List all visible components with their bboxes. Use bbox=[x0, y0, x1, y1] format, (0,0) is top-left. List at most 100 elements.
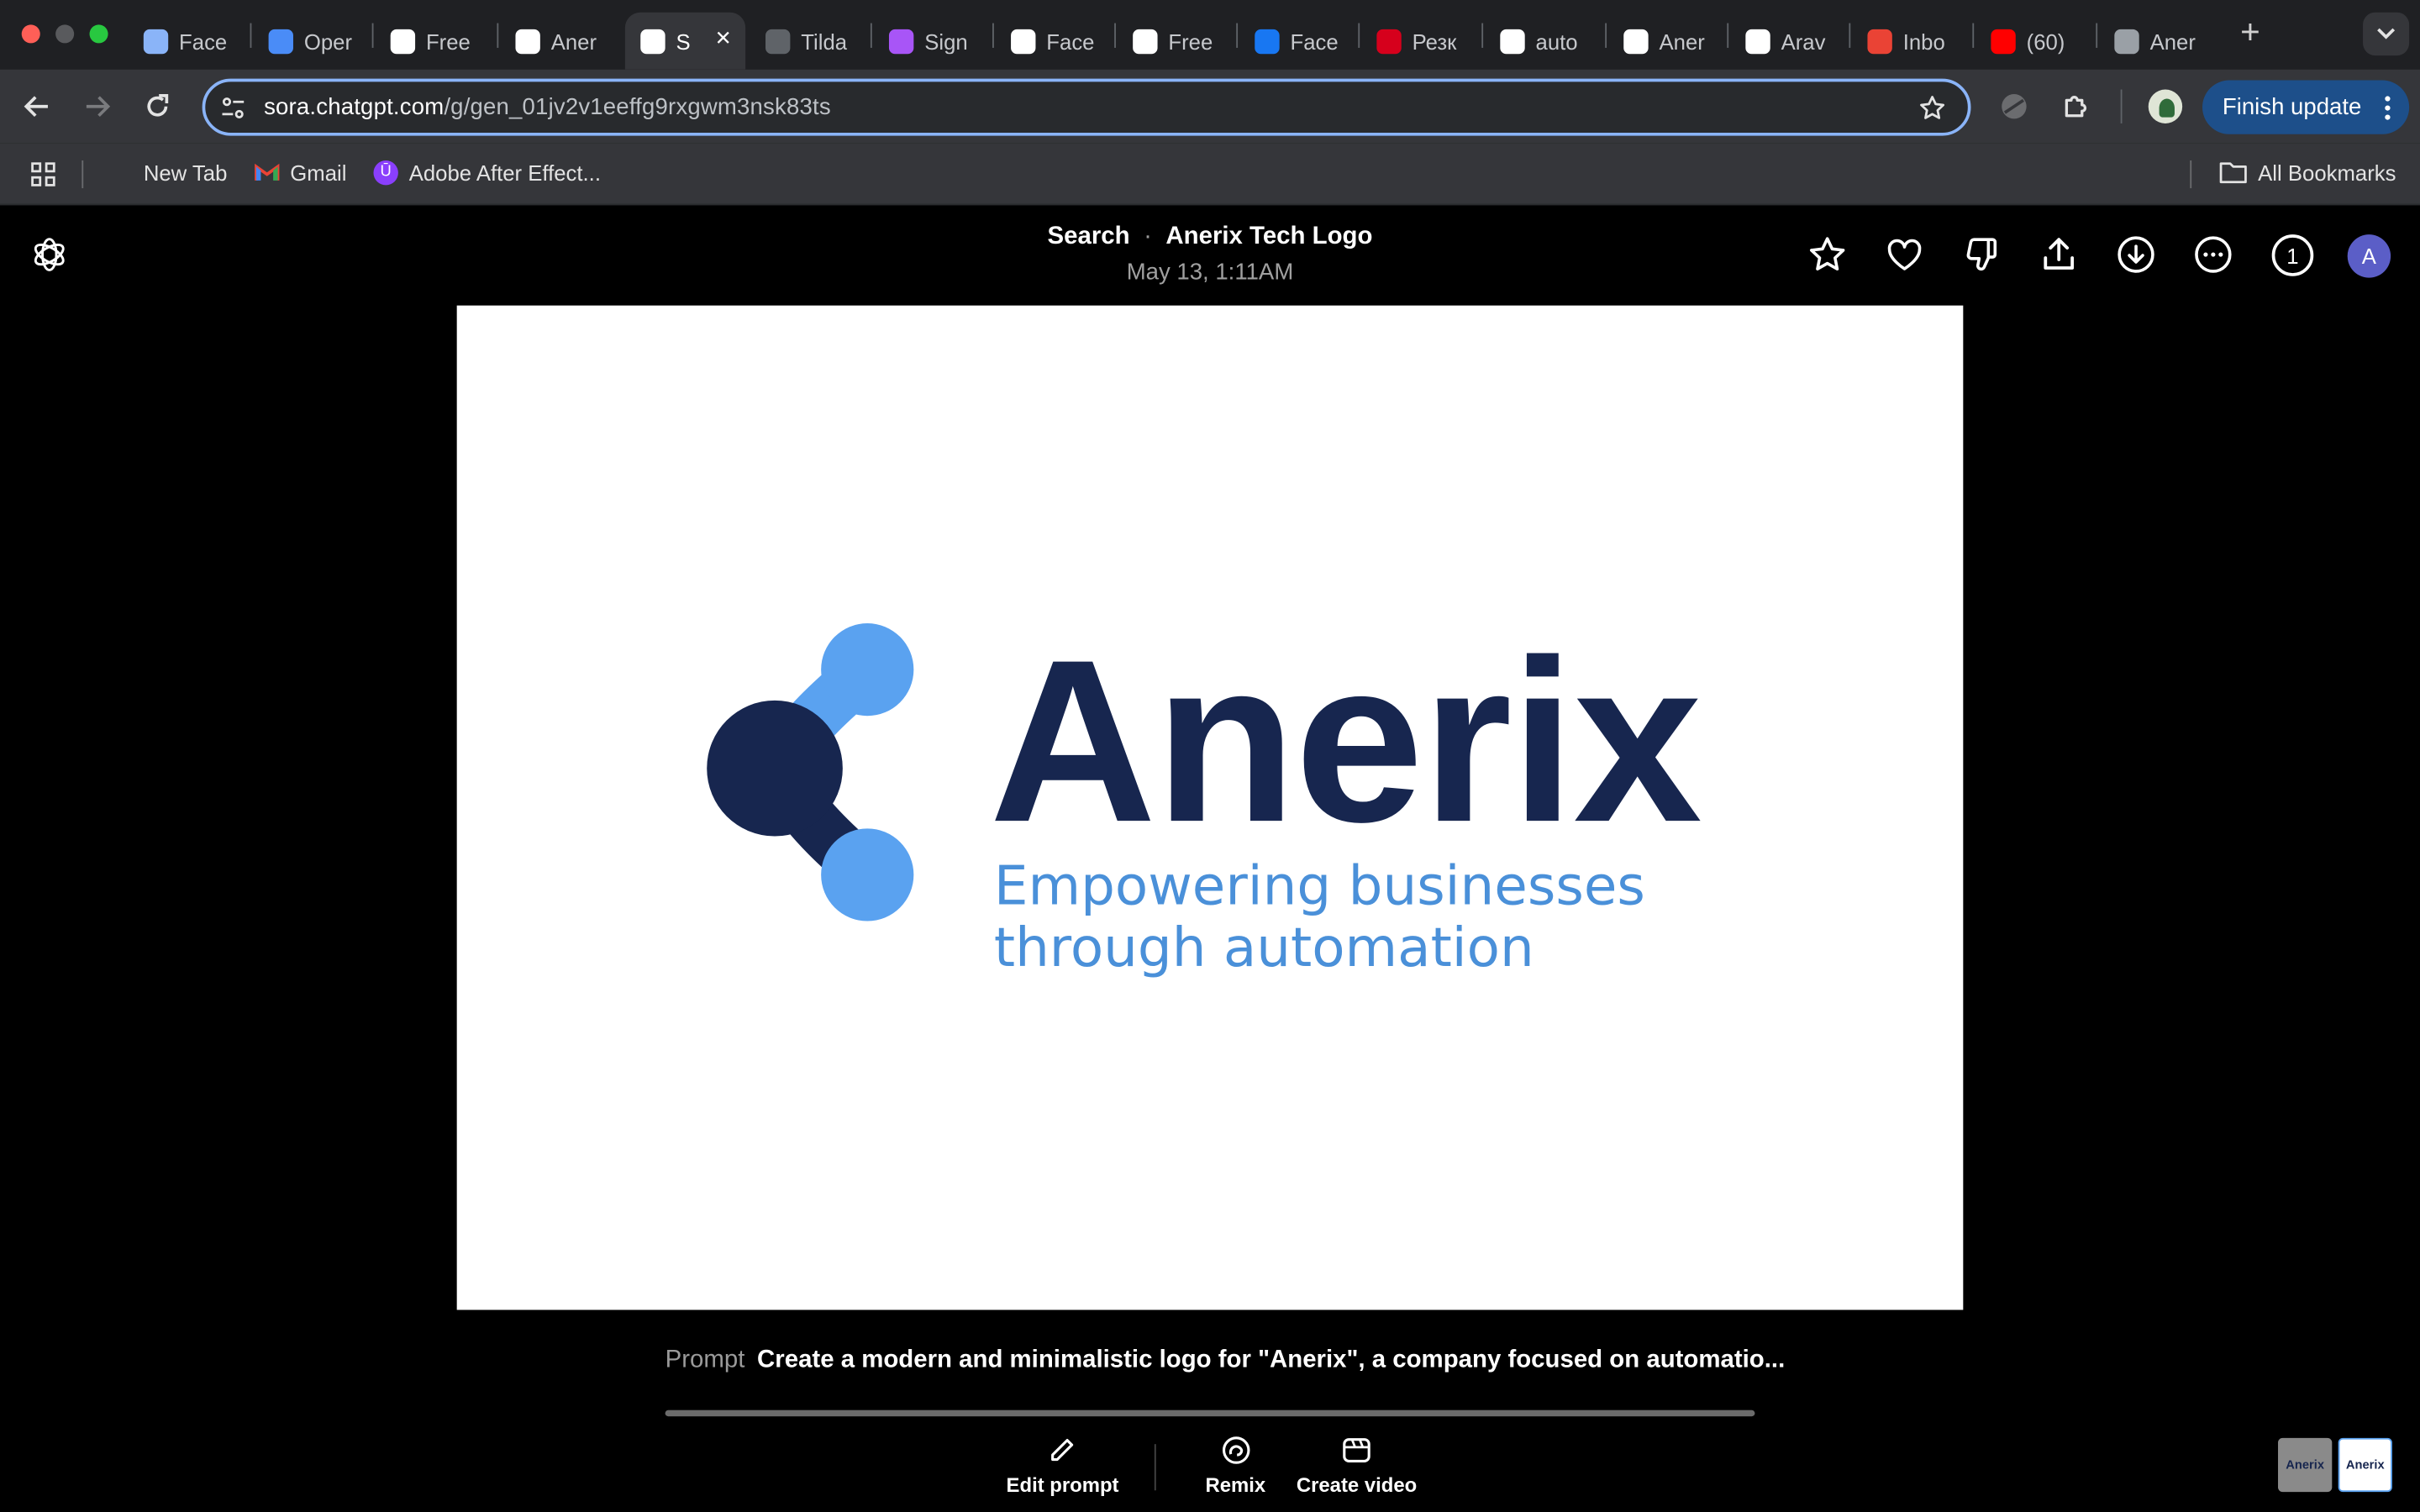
close-tab-icon[interactable]: ✕ bbox=[715, 26, 732, 50]
tab-search-button[interactable] bbox=[2363, 12, 2410, 56]
google-icon bbox=[1745, 28, 1770, 54]
download-button[interactable] bbox=[2116, 234, 2156, 275]
reload-button[interactable] bbox=[139, 88, 176, 125]
reload-icon bbox=[147, 94, 169, 117]
tab-divider bbox=[1727, 23, 1729, 48]
gmail-icon bbox=[255, 163, 280, 181]
like-button[interactable] bbox=[1885, 234, 1925, 275]
finish-update-button[interactable]: Finish update bbox=[2202, 80, 2410, 134]
address-bar[interactable]: sora.chatgpt.com/g/gen_01jv2v1eeffg9rxgw… bbox=[202, 78, 1971, 136]
kebab-menu-icon bbox=[2385, 96, 2391, 120]
tab-divider bbox=[1605, 23, 1607, 48]
grid-icon bbox=[1011, 28, 1036, 54]
bookmark-label: Gmail bbox=[290, 160, 347, 186]
google-icon bbox=[1623, 28, 1649, 54]
tab-8[interactable]: Face bbox=[996, 13, 1108, 70]
tab-2[interactable]: Oper bbox=[253, 13, 366, 70]
bookmark-new-tab[interactable]: New Tab bbox=[144, 160, 228, 185]
prompt-row[interactable]: Prompt Create a modern and minimalistic l… bbox=[666, 1347, 1786, 1374]
tab-4[interactable]: Aner bbox=[500, 13, 613, 70]
tab-16[interactable]: (60) bbox=[1975, 13, 2088, 70]
sora-icon bbox=[640, 28, 666, 54]
tab-divider bbox=[1236, 23, 1239, 48]
star-icon bbox=[1810, 237, 1845, 270]
breadcrumb-search-link[interactable]: Search bbox=[1048, 223, 1130, 249]
video-progress-bar[interactable] bbox=[665, 1410, 1755, 1417]
arrow-right-icon bbox=[86, 96, 111, 118]
url-host: sora.chatgpt.com bbox=[264, 94, 445, 121]
close-window-button[interactable] bbox=[21, 24, 40, 44]
url-text[interactable]: sora.chatgpt.com/g/gen_01jv2v1eeffg9rxgw… bbox=[264, 94, 831, 120]
share-button[interactable] bbox=[2039, 234, 2079, 275]
create-video-button[interactable]: Create video bbox=[1297, 1435, 1417, 1497]
apps-button[interactable] bbox=[31, 162, 55, 186]
hh-icon bbox=[1376, 28, 1402, 54]
tab-11[interactable]: Резк bbox=[1361, 13, 1474, 70]
tab-13[interactable]: Aner bbox=[1608, 13, 1721, 70]
tab-title: Face bbox=[1046, 28, 1095, 54]
tab-5[interactable]: S ✕ bbox=[624, 12, 746, 70]
breadcrumb-separator: · bbox=[1144, 223, 1152, 250]
tab-12[interactable]: auto bbox=[1485, 13, 1597, 70]
chevron-down-icon bbox=[2377, 28, 2396, 39]
more-horizontal-icon bbox=[2195, 236, 2232, 273]
remix-icon bbox=[1222, 1436, 1249, 1464]
finish-update-label: Finish update bbox=[2222, 94, 2362, 121]
tab-title: Arav bbox=[1781, 28, 1826, 54]
profile-button[interactable] bbox=[2147, 88, 2184, 125]
site-settings-icon[interactable] bbox=[221, 96, 245, 120]
generation-count-badge[interactable]: 1 bbox=[2271, 234, 2314, 276]
edit-prompt-label: Edit prompt bbox=[1006, 1473, 1119, 1497]
tab-7[interactable]: Sign bbox=[874, 13, 986, 70]
forward-button[interactable] bbox=[79, 88, 116, 125]
tab-10[interactable]: Face bbox=[1239, 13, 1352, 70]
more-options-button[interactable] bbox=[2193, 234, 2233, 275]
tab-divider bbox=[1358, 23, 1360, 48]
bookmark-adobe-after-effects[interactable]: Ū Adobe After Effect... bbox=[373, 160, 601, 186]
tab-divider bbox=[1481, 23, 1484, 48]
bookmark-gmail[interactable]: Gmail bbox=[255, 160, 346, 185]
bookmark-star-icon[interactable] bbox=[1918, 94, 1946, 122]
remix-button[interactable]: Remix bbox=[1205, 1435, 1266, 1497]
bookmark-divider bbox=[82, 160, 84, 189]
remix-label: Remix bbox=[1205, 1473, 1266, 1497]
edit-prompt-button[interactable]: Edit prompt bbox=[1006, 1435, 1119, 1497]
tab-title: Aner bbox=[1659, 28, 1705, 54]
pen-icon bbox=[390, 28, 416, 54]
all-bookmarks-button[interactable]: All Bookmarks bbox=[2219, 160, 2396, 185]
progress-fill bbox=[665, 1410, 1755, 1417]
zoom-window-button[interactable] bbox=[89, 24, 108, 44]
all-bookmarks-label: All Bookmarks bbox=[2258, 160, 2396, 186]
tab-1[interactable]: Face bbox=[128, 13, 240, 70]
blocked-extension-button[interactable] bbox=[1996, 88, 2033, 125]
favorite-button[interactable] bbox=[1807, 234, 1848, 275]
user-avatar[interactable]: A bbox=[2347, 234, 2391, 278]
gmail-icon bbox=[1867, 28, 1892, 54]
thumbnail-1[interactable]: Anerix bbox=[2278, 1437, 2333, 1493]
thumbnail-2[interactable]: Anerix bbox=[2338, 1437, 2392, 1493]
profile-avatar-icon bbox=[2148, 89, 2183, 123]
thumbs-down-icon bbox=[1966, 238, 1997, 271]
video-icon bbox=[1343, 1438, 1370, 1462]
tab-6[interactable]: Tilda bbox=[750, 13, 863, 70]
dislike-button[interactable] bbox=[1961, 234, 2002, 275]
extensions-button[interactable] bbox=[2057, 88, 2094, 125]
tab-title: Aner bbox=[550, 28, 597, 54]
tab-3[interactable]: Free bbox=[375, 13, 487, 70]
logo-wordmark: Anerix bbox=[989, 611, 1702, 870]
action-divider bbox=[1154, 1444, 1156, 1491]
make-icon bbox=[888, 28, 914, 54]
tab-divider bbox=[2096, 23, 2098, 48]
tab-15[interactable]: Inbo bbox=[1852, 13, 1965, 70]
minimize-window-button[interactable] bbox=[55, 24, 75, 44]
back-button[interactable] bbox=[18, 88, 55, 125]
generated-image[interactable]: Anerix Empowering businesses through aut… bbox=[456, 305, 1964, 1310]
new-tab-button[interactable]: + bbox=[2233, 14, 2267, 49]
tab-divider bbox=[1849, 23, 1851, 48]
tab-17[interactable]: Aner bbox=[2099, 13, 2212, 70]
page-title: Anerix Tech Logo bbox=[1165, 223, 1373, 250]
tab-14[interactable]: Arav bbox=[1730, 13, 1843, 70]
tab-title: Tilda bbox=[801, 28, 848, 54]
tab-9[interactable]: Free bbox=[1118, 13, 1230, 70]
tilda-icon bbox=[765, 28, 791, 54]
